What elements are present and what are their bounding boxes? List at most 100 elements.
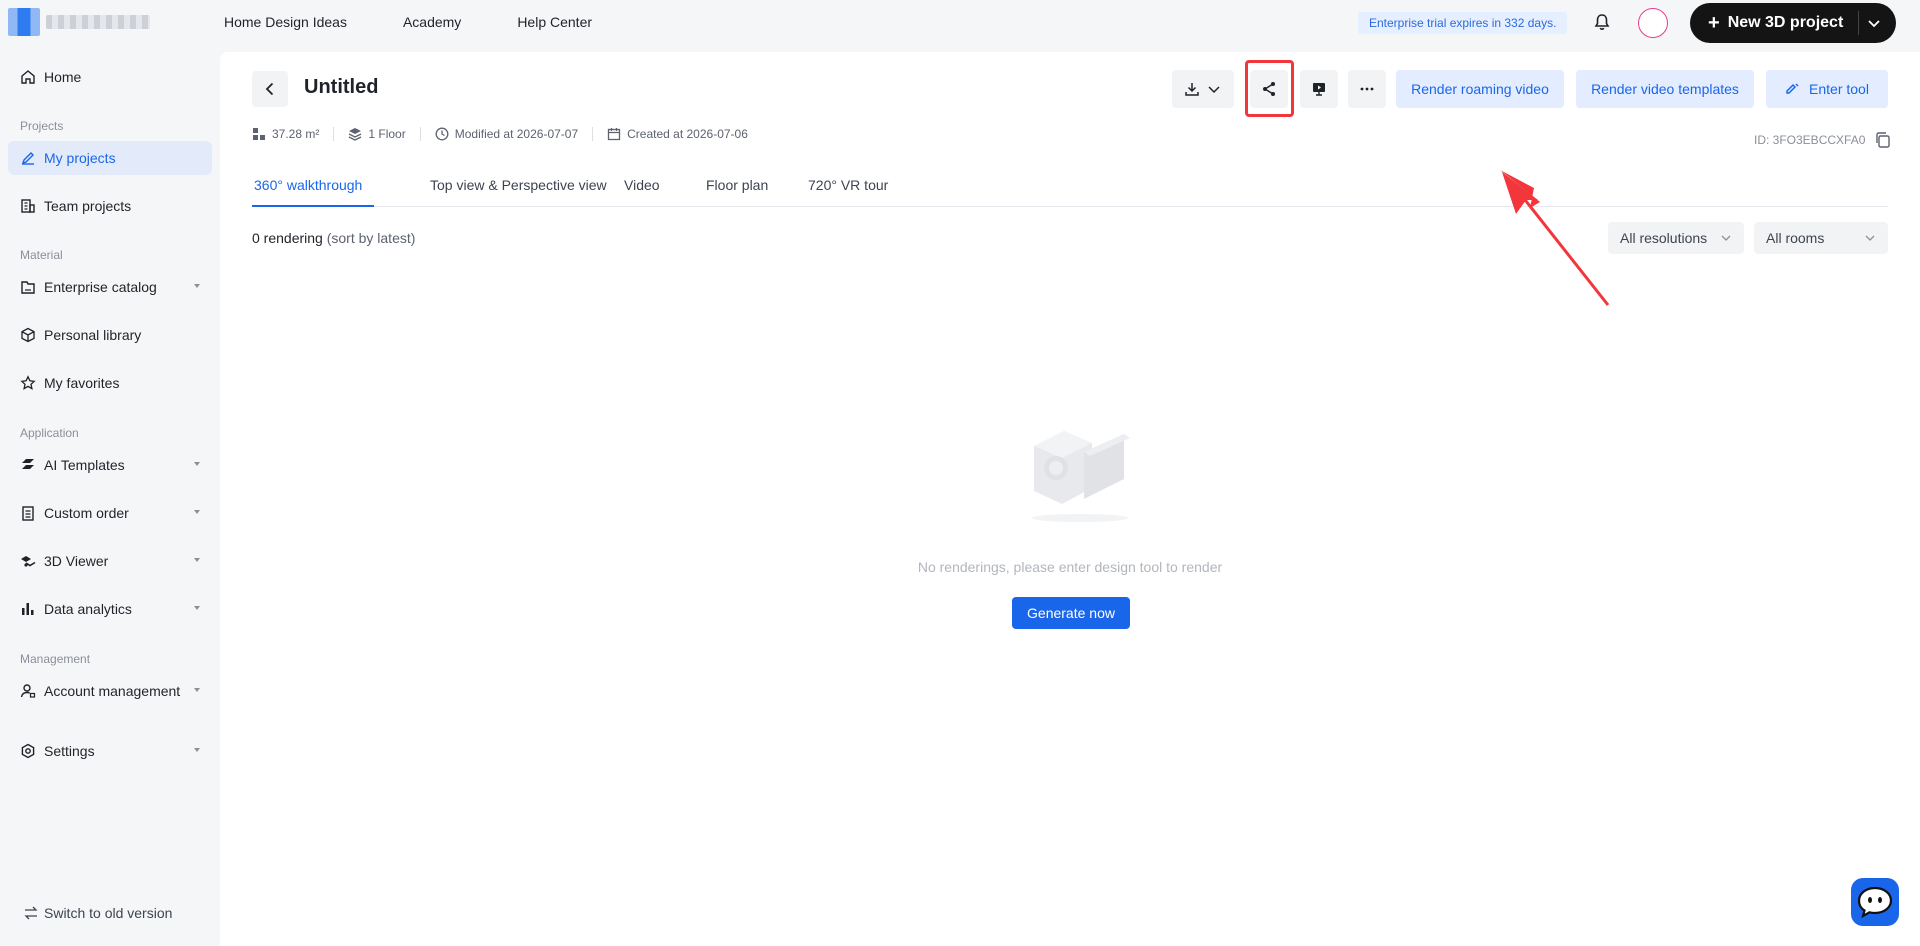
switch-old-label: Switch to old version <box>44 905 173 921</box>
empty-camera-icon <box>1032 431 1130 522</box>
bell-icon[interactable] <box>1592 12 1612 32</box>
back-button[interactable] <box>252 71 288 107</box>
sidebar-item-home[interactable]: Home <box>8 60 212 94</box>
home-icon <box>21 70 35 84</box>
chevron-left-icon <box>265 82 274 96</box>
pencil-cube-icon <box>21 152 34 165</box>
floors-value: 1 Floor <box>368 127 406 141</box>
room-filter-select[interactable]: All rooms <box>1754 222 1888 254</box>
download-icon <box>1185 83 1199 96</box>
resolution-filter-select[interactable]: All resolutions <box>1608 222 1744 254</box>
sidebar-item-label: 3D Viewer <box>44 553 109 569</box>
viewer-3d-icon <box>21 556 36 567</box>
sidebar-item-ai-templates[interactable]: AI Templates <box>8 448 212 482</box>
sidebar-item-3d-viewer[interactable]: 3D Viewer <box>8 544 212 578</box>
chat-support-button[interactable] <box>1851 878 1899 926</box>
enter-tool-label: Enter tool <box>1809 81 1869 97</box>
meta-created: Created at 2026-07-06 <box>607 127 748 141</box>
brand-logo[interactable] <box>8 8 154 36</box>
trial-badge[interactable]: Enterprise trial expires in 332 days. <box>1358 12 1568 34</box>
sidebar: Home Projects My projects Team projects … <box>0 44 220 946</box>
sidebar-item-label: Data analytics <box>44 601 132 617</box>
chevron-down-icon <box>1721 235 1731 241</box>
sidebar-item-settings[interactable]: Settings <box>8 734 212 768</box>
sidebar-item-label: Settings <box>44 743 95 759</box>
enter-tool-button[interactable]: Enter tool <box>1766 70 1888 108</box>
empty-message: No renderings, please enter design tool … <box>917 559 1223 575</box>
section-material: Material <box>20 248 63 262</box>
new-3d-project-button[interactable]: + New 3D project <box>1690 3 1896 43</box>
room-filter-value: All rooms <box>1766 230 1825 246</box>
meta-area: 37.28 m² <box>252 127 319 141</box>
nav-home-design-ideas[interactable]: Home Design Ideas <box>224 14 347 30</box>
avatar[interactable] <box>1638 8 1668 38</box>
bar-chart-icon <box>22 603 34 615</box>
annotation-arrow-icon <box>1500 170 1610 306</box>
tab-top-perspective-view[interactable]: Top view & Perspective view <box>430 177 607 193</box>
main-panel: Untitled 37.28 m² 1 Floor Modified at 20… <box>220 52 1920 946</box>
tab-video[interactable]: Video <box>624 177 660 193</box>
more-button[interactable] <box>1348 70 1386 108</box>
meta-modified: Modified at 2026-07-07 <box>435 127 578 141</box>
sidebar-item-label: Account management <box>44 683 181 699</box>
chat-bot-icon <box>1857 886 1893 919</box>
count-value: 0 rendering <box>252 230 323 246</box>
clipboard-icon <box>22 506 34 521</box>
sidebar-item-custom-order[interactable]: Custom order <box>8 496 212 530</box>
building-icon <box>21 199 35 213</box>
render-video-templates-button[interactable]: Render video templates <box>1576 70 1754 108</box>
meta-floors: 1 Floor <box>348 127 406 141</box>
created-value: Created at 2026-07-06 <box>627 127 748 141</box>
download-button[interactable] <box>1172 70 1234 108</box>
tab-floor-plan[interactable]: Floor plan <box>706 177 768 193</box>
clock-icon <box>435 127 449 141</box>
caret-down-icon <box>194 606 200 610</box>
gear-icon <box>21 743 35 759</box>
sidebar-item-enterprise-catalog[interactable]: Enterprise catalog <box>8 270 212 304</box>
presentation-icon <box>1313 83 1325 96</box>
render-roaming-video-button[interactable]: Render roaming video <box>1396 70 1564 108</box>
sidebar-item-my-projects[interactable]: My projects <box>8 141 212 175</box>
caret-down-icon <box>194 284 200 288</box>
folder-icon <box>21 281 35 294</box>
section-management: Management <box>20 652 91 666</box>
sidebar-item-team-projects[interactable]: Team projects <box>8 189 212 223</box>
sidebar-item-label: Enterprise catalog <box>44 279 157 295</box>
caret-down-icon <box>194 462 200 466</box>
divider <box>592 127 594 141</box>
sidebar-item-data-analytics[interactable]: Data analytics <box>8 592 212 626</box>
modified-value: Modified at 2026-07-07 <box>454 127 579 141</box>
generate-now-button[interactable]: Generate now <box>1012 597 1130 629</box>
area-value: 37.28 m² <box>272 127 320 141</box>
plus-icon: + <box>1708 12 1720 34</box>
caret-down-icon <box>194 688 200 692</box>
nav-academy[interactable]: Academy <box>403 14 461 30</box>
switch-old-version-link[interactable]: Switch to old version <box>24 905 172 921</box>
copy-icon[interactable] <box>1873 130 1893 150</box>
logo-mark-icon <box>8 8 40 36</box>
chevron-down-icon[interactable] <box>1866 15 1882 31</box>
divider <box>1858 11 1859 35</box>
sort-label: (sort by latest) <box>326 230 416 246</box>
sidebar-item-label: Custom order <box>44 505 129 521</box>
user-settings-icon <box>20 684 36 698</box>
divider <box>419 127 421 141</box>
caret-down-icon <box>194 748 200 752</box>
enter-tool-icon <box>1786 83 1799 94</box>
resolution-filter-value: All resolutions <box>1620 230 1708 246</box>
page-title: Untitled <box>304 76 379 98</box>
switch-icon <box>24 906 38 920</box>
share-highlight-box <box>1245 60 1294 117</box>
tab-720-vr-tour[interactable]: 720° VR tour <box>808 177 888 193</box>
tab-360-walkthrough[interactable]: 360° walkthrough <box>254 177 362 193</box>
more-icon <box>1360 87 1374 91</box>
sidebar-item-my-favorites[interactable]: My favorites <box>8 366 212 400</box>
sidebar-item-account-management[interactable]: Account management <box>8 674 212 708</box>
sidebar-item-personal-library[interactable]: Personal library <box>8 318 212 352</box>
presentation-button[interactable] <box>1300 70 1338 108</box>
lightning-icon <box>22 459 34 469</box>
nav-help-center[interactable]: Help Center <box>517 14 592 30</box>
sidebar-item-label: Personal library <box>44 327 142 343</box>
project-id: ID: 3FO3EBCCXFA0 <box>1754 130 1893 150</box>
area-icon <box>253 128 265 140</box>
